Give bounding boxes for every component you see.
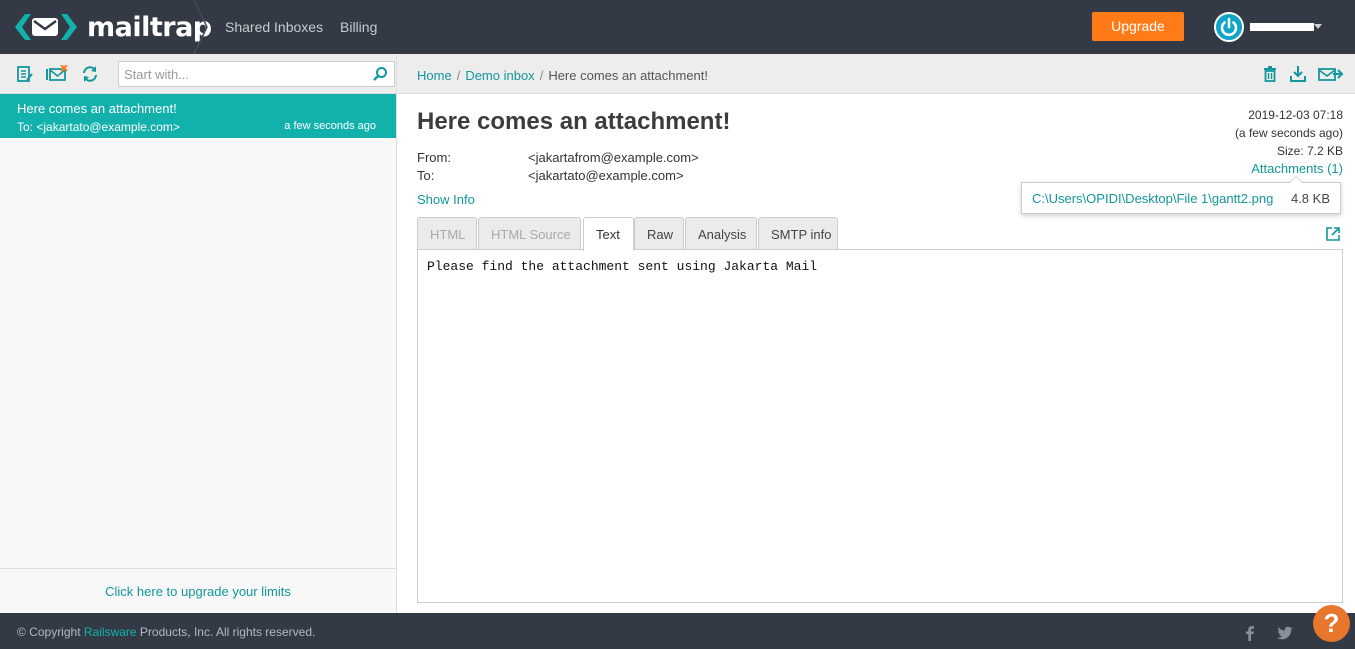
from-label: From: — [417, 150, 451, 165]
message-body-text: Please find the attachment sent using Ja… — [427, 259, 818, 274]
message-toolbar: Home / Demo inbox / Here comes an attachment… — [397, 54, 1355, 94]
footer: © Copyright Railsware Products, Inc. All… — [0, 613, 1355, 649]
facebook-icon[interactable] — [1242, 625, 1258, 641]
tab-html-source[interactable]: HTML Source — [478, 217, 581, 250]
copyright-prefix: © Copyright — [17, 625, 81, 639]
tab-label: Raw — [647, 227, 674, 242]
list-item[interactable]: Here comes an attachment! To: <jakartato… — [0, 94, 396, 138]
attachment-size: 4.8 KB — [1290, 191, 1330, 206]
breadcrumb-separator: / — [539, 68, 544, 83]
refresh-icon[interactable] — [81, 65, 99, 83]
message-title: Here comes an attachment! — [417, 108, 731, 135]
tab-label: SMTP info — [771, 227, 832, 242]
logo-divider — [193, 0, 208, 54]
to-label: To: — [417, 168, 435, 183]
tab-analysis[interactable]: Analysis — [685, 217, 757, 250]
user-name-redacted[interactable] — [1250, 20, 1314, 34]
clean-inbox-icon[interactable] — [45, 65, 69, 83]
avatar[interactable] — [1214, 12, 1244, 42]
tab-smtp-info[interactable]: SMTP info — [758, 217, 838, 250]
mailtrap-logo-icon — [15, 14, 77, 40]
breadcrumb: Home / Demo inbox / Here comes an attachment… — [417, 68, 708, 83]
tab-label: HTML Source — [491, 227, 571, 242]
breadcrumb-inbox[interactable]: Demo inbox — [465, 68, 534, 83]
message-recipient: To: <jakartato@example.com> — [17, 120, 180, 134]
attachment-file-link[interactable]: C:\Users\OPIDI\Desktop\File 1\gantt2.png — [1032, 191, 1273, 206]
search-box — [118, 61, 395, 87]
top-navbar: mailtrap Shared Inboxes Billing Upgrade — [0, 0, 1355, 54]
upgrade-button[interactable]: Upgrade — [1092, 12, 1184, 41]
message-body-panel: Please find the attachment sent using Ja… — [417, 249, 1343, 603]
to-value: <jakartato@example.com> — [528, 168, 684, 183]
inbox-toolbar — [0, 54, 396, 94]
attachments-link[interactable]: Attachments (1) — [1251, 161, 1343, 176]
railsware-link[interactable]: Railsware — [84, 625, 137, 639]
twitter-icon[interactable] — [1277, 625, 1293, 641]
search-icon[interactable] — [372, 66, 388, 82]
message-date: 2019-12-03 07:18 — [1248, 108, 1343, 122]
nav-billing[interactable]: Billing — [340, 19, 377, 35]
breadcrumb-current: Here comes an attachment! — [548, 68, 709, 83]
tab-label: HTML — [430, 227, 466, 242]
tab-raw[interactable]: Raw — [634, 217, 684, 250]
breadcrumb-separator: / — [456, 68, 461, 83]
tab-html[interactable]: HTML — [417, 217, 477, 250]
message-time: a few seconds ago — [284, 120, 376, 132]
forward-email-icon[interactable] — [1318, 65, 1344, 83]
show-info-link[interactable]: Show Info — [417, 192, 475, 207]
power-icon — [1220, 17, 1238, 37]
message-subject: Here comes an attachment! — [17, 101, 177, 116]
from-value: <jakartafrom@example.com> — [528, 150, 699, 165]
inbox-sidebar: Here comes an attachment! To: <jakartato… — [0, 54, 397, 613]
copyright-suffix: Products, Inc. All rights reserved. — [139, 625, 316, 639]
tab-text[interactable]: Text — [583, 217, 634, 251]
help-button[interactable]: ? — [1313, 605, 1350, 642]
tab-label: Text — [596, 227, 620, 242]
search-input[interactable] — [119, 62, 359, 86]
mailtrap-logo[interactable]: mailtrap — [15, 10, 212, 44]
message-relative-time: (a few seconds ago) — [1234, 126, 1343, 140]
trash-icon[interactable] — [1261, 65, 1279, 83]
copyright: © Copyright Railsware Products, Inc. All… — [17, 625, 315, 639]
open-external-icon[interactable] — [1326, 227, 1340, 241]
message-size: Size: 7.2 KB — [1276, 144, 1343, 158]
user-menu-chevron-down-icon[interactable] — [1314, 24, 1322, 29]
breadcrumb-home[interactable]: Home — [417, 68, 452, 83]
mark-read-icon[interactable] — [16, 65, 34, 83]
upgrade-limits-link[interactable]: Click here to upgrade your limits — [0, 568, 396, 613]
nav-shared-inboxes[interactable]: Shared Inboxes — [225, 19, 323, 35]
download-icon[interactable] — [1289, 65, 1307, 83]
tab-label: Analysis — [698, 227, 747, 242]
attachments-popover: C:\Users\OPIDI\Desktop\File 1\gantt2.png… — [1021, 176, 1341, 214]
